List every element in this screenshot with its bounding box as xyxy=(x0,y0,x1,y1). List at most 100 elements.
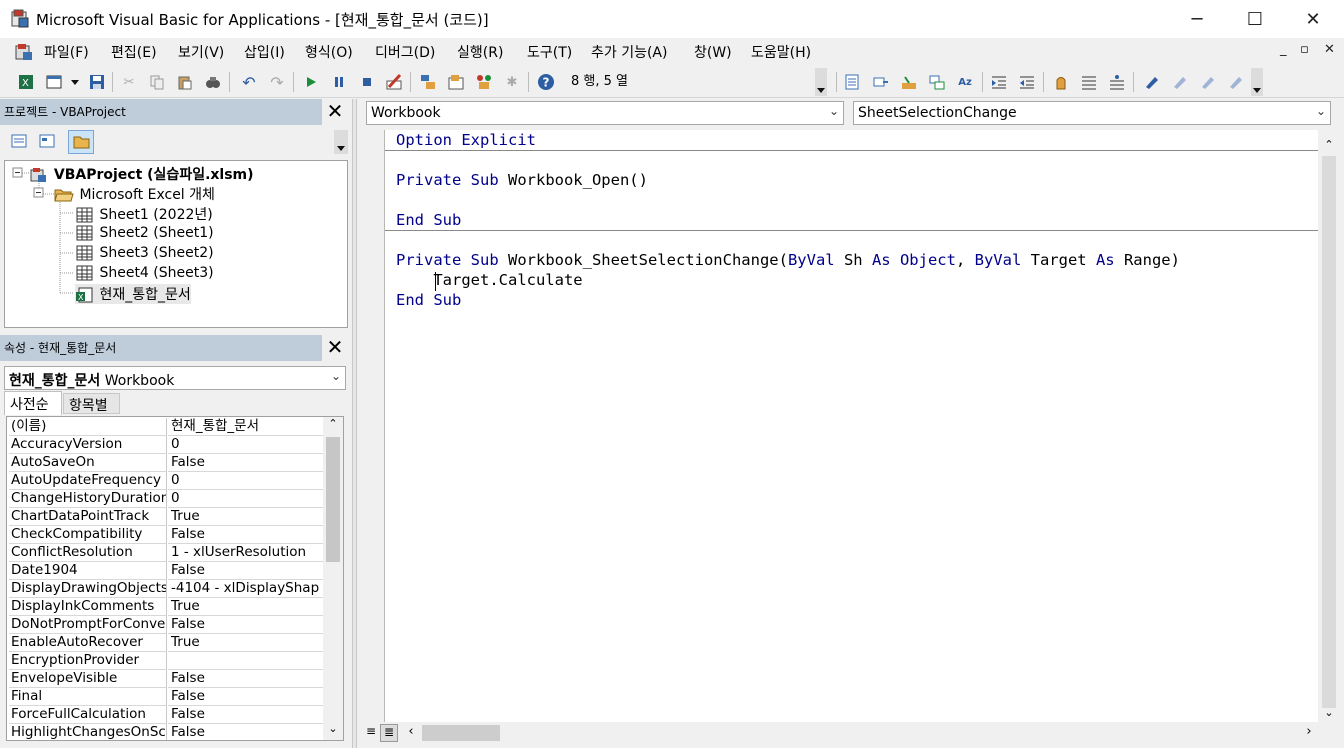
property-value[interactable]: 0 xyxy=(168,472,323,490)
code-hscroll-thumb[interactable] xyxy=(422,725,500,741)
property-value[interactable]: False xyxy=(168,616,323,634)
chevron-up-icon[interactable]: ⌃ xyxy=(1318,138,1340,154)
mdi-minimize-button[interactable]: _ xyxy=(1280,42,1287,57)
chevron-up-icon[interactable]: ⌃ xyxy=(323,417,343,435)
property-row[interactable]: EnableAutoRecover True xyxy=(7,634,323,652)
run-icon[interactable] xyxy=(302,73,320,91)
insert-userform-icon[interactable] xyxy=(45,73,63,91)
tab-categorized[interactable]: 항목별 xyxy=(63,393,120,414)
view-object-icon[interactable] xyxy=(38,132,58,152)
chevron-down-icon[interactable]: ⌄ xyxy=(323,722,343,740)
property-value[interactable] xyxy=(168,652,323,670)
object-browser-icon[interactable] xyxy=(475,73,493,91)
property-value[interactable]: False xyxy=(168,526,323,544)
menu-debug[interactable]: 디버그(D) xyxy=(375,42,435,62)
property-row[interactable]: ConflictResolution 1 - xlUserResolution xyxy=(7,544,323,562)
tab-alphabetic[interactable]: 사전순 xyxy=(4,391,62,415)
properties-scroll-thumb[interactable] xyxy=(326,437,340,562)
property-value[interactable]: 현재_통합_문서 xyxy=(168,418,323,436)
property-value[interactable]: False xyxy=(168,670,323,688)
full-module-view-icon[interactable]: ≣ xyxy=(380,724,398,742)
design-mode-icon[interactable] xyxy=(386,73,404,91)
tree-sheet1[interactable]: Sheet1 (2022년) xyxy=(75,204,213,224)
property-value[interactable]: True xyxy=(168,508,323,526)
project-explorer-icon[interactable] xyxy=(419,73,437,91)
tree-excel-objects-folder[interactable]: Microsoft Excel 개체 xyxy=(53,184,215,204)
object-selector[interactable]: 현재_통합_문서 Workbook ⌄ xyxy=(4,366,346,390)
break-icon[interactable] xyxy=(330,73,348,91)
menu-insert[interactable]: 삽입(I) xyxy=(244,42,285,62)
next-bookmark-icon[interactable] xyxy=(1170,73,1188,91)
property-row[interactable]: EncryptionProvider xyxy=(7,652,323,670)
copy-icon[interactable] xyxy=(148,73,166,91)
indent-icon[interactable] xyxy=(990,73,1008,91)
property-value[interactable]: True xyxy=(168,598,323,616)
toolbar-overflow-2[interactable] xyxy=(1251,68,1263,96)
tree-sheet2[interactable]: Sheet2 (Sheet1) xyxy=(75,224,214,242)
tree-sheet4[interactable]: Sheet4 (Sheet3) xyxy=(75,264,214,282)
parameter-info-icon[interactable] xyxy=(928,73,946,91)
menu-tools[interactable]: 도구(T) xyxy=(527,42,572,62)
code-editor[interactable]: Option Explicit Private Sub Workbook_Ope… xyxy=(385,130,1318,722)
property-row[interactable]: AutoSaveOn False xyxy=(7,454,323,472)
clear-bookmarks-icon[interactable] xyxy=(1226,73,1244,91)
tree-sheet3[interactable]: Sheet3 (Sheet2) xyxy=(75,244,214,262)
chevron-left-icon[interactable]: ‹ xyxy=(402,724,420,742)
property-value[interactable]: False xyxy=(168,562,323,580)
toggle-folders-icon[interactable] xyxy=(68,130,94,154)
vba-menu-icon[interactable] xyxy=(14,42,34,62)
menu-addins[interactable]: 추가 기능(A) xyxy=(591,42,667,62)
property-row[interactable]: EnvelopeVisible False xyxy=(7,670,323,688)
previous-bookmark-icon[interactable] xyxy=(1198,73,1216,91)
maximize-button[interactable]: ☐ xyxy=(1226,0,1284,38)
property-value[interactable]: 0 xyxy=(168,490,323,508)
property-row[interactable]: Final False xyxy=(7,688,323,706)
minimize-button[interactable]: ─ xyxy=(1168,0,1226,38)
paste-icon[interactable] xyxy=(176,73,194,91)
save-icon[interactable] xyxy=(88,73,106,91)
property-row[interactable]: HighlightChangesOnScre False xyxy=(7,724,323,740)
procedure-view-icon[interactable]: ≡ xyxy=(362,724,380,742)
redo-icon[interactable]: ↷ xyxy=(268,73,286,92)
menu-file[interactable]: 파일(F) xyxy=(44,42,89,62)
chevron-down-icon[interactable]: ⌄ xyxy=(1318,706,1340,722)
margin-indicator-bar[interactable] xyxy=(358,130,385,722)
list-properties-icon[interactable] xyxy=(844,73,862,91)
property-value[interactable]: True xyxy=(168,634,323,652)
tree-workbook[interactable]: X 현재_통합_문서 xyxy=(75,284,191,304)
menu-run[interactable]: 실행(R) xyxy=(457,42,503,62)
mdi-restore-button[interactable]: ▫ xyxy=(1300,42,1309,57)
property-row[interactable]: Date1904 False xyxy=(7,562,323,580)
view-code-icon[interactable] xyxy=(10,132,30,152)
toggle-breakpoint-icon[interactable] xyxy=(1052,73,1070,91)
chevron-down-icon[interactable] xyxy=(66,73,84,91)
outdent-icon[interactable] xyxy=(1018,73,1036,91)
reset-icon[interactable] xyxy=(358,73,376,91)
properties-window-icon[interactable] xyxy=(447,73,465,91)
procedure-combo[interactable]: SheetSelectionChange ⌄ xyxy=(853,101,1331,125)
toolbar-overflow[interactable] xyxy=(815,68,827,96)
undo-icon[interactable]: ↶ xyxy=(240,73,258,92)
cut-icon[interactable]: ✂ xyxy=(120,73,138,91)
chevron-right-icon[interactable]: › xyxy=(1300,724,1318,742)
comment-block-icon[interactable] xyxy=(1080,73,1098,91)
uncomment-block-icon[interactable] xyxy=(1108,73,1126,91)
property-row[interactable]: ChartDataPointTrack True xyxy=(7,508,323,526)
property-value[interactable]: -4104 - xlDisplayShap xyxy=(168,580,323,598)
property-value[interactable]: False xyxy=(168,454,323,472)
property-row[interactable]: (이름) 현재_통합_문서 xyxy=(7,418,323,436)
menu-help[interactable]: 도움말(H) xyxy=(751,42,811,62)
close-button[interactable]: ✕ xyxy=(1284,0,1342,38)
menu-edit[interactable]: 편집(E) xyxy=(111,42,157,62)
menu-view[interactable]: 보기(V) xyxy=(178,42,224,62)
dock-splitter[interactable] xyxy=(352,99,357,748)
properties-close-button[interactable]: ✕ xyxy=(324,337,346,359)
project-close-button[interactable]: ✕ xyxy=(324,101,346,123)
property-value[interactable]: False xyxy=(168,688,323,706)
tree-vbaproject[interactable]: VBAProject (실습파일.xlsm) xyxy=(29,164,254,184)
menu-window[interactable]: 창(W) xyxy=(694,42,732,62)
property-row[interactable]: DoNotPromptForConvert False xyxy=(7,616,323,634)
toggle-bookmark-icon[interactable] xyxy=(1142,73,1160,91)
property-row[interactable]: DisplayInkComments True xyxy=(7,598,323,616)
properties-scrollbar[interactable]: ⌃ ⌄ xyxy=(323,417,343,740)
